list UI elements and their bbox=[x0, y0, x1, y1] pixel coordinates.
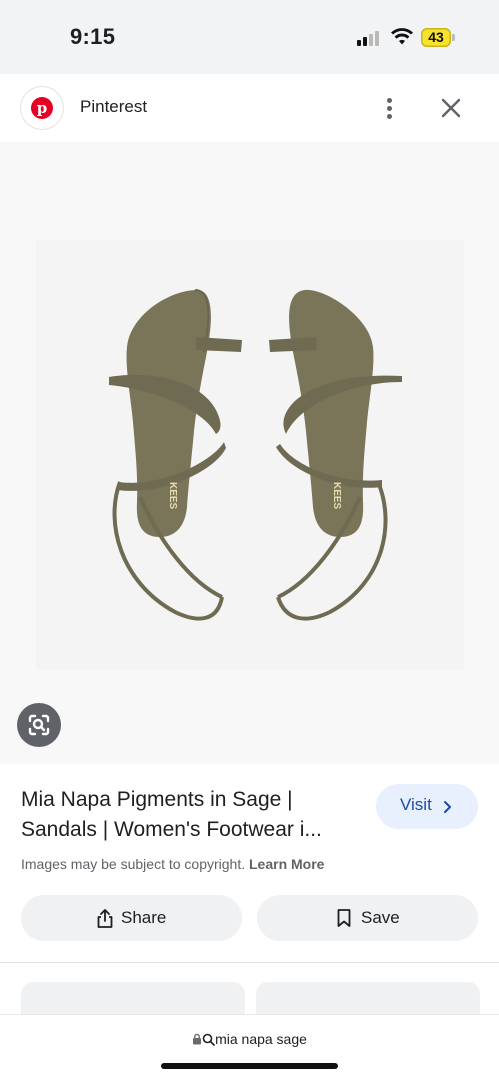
search-query: mia napa sage bbox=[215, 1031, 307, 1047]
wifi-icon bbox=[391, 28, 413, 45]
visit-button[interactable]: Visit bbox=[376, 784, 478, 829]
lens-search-icon bbox=[28, 714, 50, 736]
url-bar[interactable]: mia napa sage bbox=[0, 1014, 499, 1081]
share-button[interactable]: Share bbox=[21, 895, 242, 941]
visit-label: Visit bbox=[400, 795, 432, 814]
site-header: p Pinterest bbox=[0, 74, 499, 142]
more-options-button[interactable] bbox=[376, 88, 404, 128]
cellular-signal-icon bbox=[357, 30, 383, 46]
save-button[interactable]: Save bbox=[257, 895, 478, 941]
url-display[interactable]: mia napa sage bbox=[0, 1031, 499, 1047]
svg-text:KEES: KEES bbox=[167, 482, 178, 510]
lens-search-button[interactable] bbox=[17, 703, 61, 747]
sandals-illustration: KEES KEES bbox=[109, 289, 402, 621]
share-icon bbox=[97, 909, 113, 928]
section-divider bbox=[0, 962, 499, 963]
lock-icon bbox=[193, 1033, 202, 1045]
home-indicator[interactable] bbox=[161, 1063, 338, 1069]
search-icon bbox=[202, 1033, 215, 1046]
copyright-text: Images may be subject to copyright. bbox=[21, 856, 246, 872]
share-label: Share bbox=[121, 908, 167, 927]
learn-more-link[interactable]: Learn More bbox=[249, 856, 324, 872]
battery-level: 43 bbox=[428, 29, 444, 45]
pinterest-logo-icon[interactable]: p bbox=[21, 87, 63, 129]
product-image[interactable]: KEES KEES bbox=[0, 142, 499, 764]
site-name[interactable]: Pinterest bbox=[80, 97, 147, 117]
chevron-right-icon bbox=[444, 801, 451, 813]
close-icon[interactable] bbox=[436, 93, 466, 123]
bookmark-icon bbox=[337, 909, 351, 927]
save-label: Save bbox=[361, 908, 400, 927]
battery-icon: 43 bbox=[421, 28, 455, 47]
svg-text:KEES: KEES bbox=[331, 482, 342, 510]
status-time: 9:15 bbox=[70, 24, 116, 49]
status-bar: 9:15 43 bbox=[0, 0, 499, 74]
result-title[interactable]: Mia Napa Pigments in Sage | Sandals | Wo… bbox=[21, 785, 361, 845]
copyright-notice: Images may be subject to copyright. Lear… bbox=[21, 856, 324, 872]
